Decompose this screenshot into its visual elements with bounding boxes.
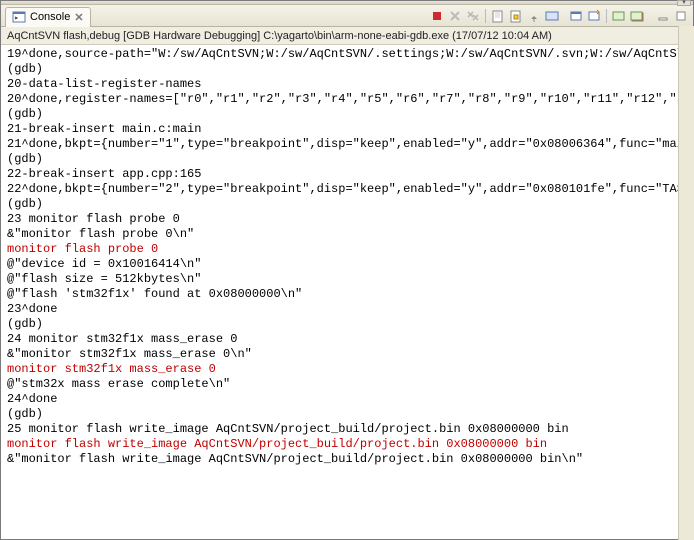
console-line: 24 monitor stm32f1x mass_erase 0 bbox=[7, 332, 687, 347]
console-line: 24^done bbox=[7, 392, 687, 407]
console-tab[interactable]: Console ✕ bbox=[5, 7, 91, 27]
minimize-view-button[interactable] bbox=[655, 8, 671, 24]
console-line: &"monitor flash write_image AqCntSVN/pro… bbox=[7, 452, 687, 467]
console-line: 21^done,bkpt={number="1",type="breakpoin… bbox=[7, 137, 687, 152]
console-line: 22^done,bkpt={number="2",type="breakpoin… bbox=[7, 182, 687, 197]
console-line: &"monitor stm32f1x mass_erase 0\n" bbox=[7, 347, 687, 362]
console-line: 19^done,source-path="W:/sw/AqCntSVN;W:/s… bbox=[7, 47, 687, 62]
console-line: &"monitor flash probe 0\n" bbox=[7, 227, 687, 242]
show-stdout-button[interactable] bbox=[611, 8, 627, 24]
remove-launch-button[interactable] bbox=[447, 8, 463, 24]
close-icon[interactable]: ✕ bbox=[74, 11, 83, 24]
terminate-button[interactable] bbox=[429, 8, 445, 24]
console-line: monitor flash probe 0 bbox=[7, 242, 687, 257]
console-line: monitor stm32f1x mass_erase 0 bbox=[7, 362, 687, 377]
remove-all-button[interactable] bbox=[465, 8, 481, 24]
console-icon bbox=[12, 10, 26, 24]
console-line: (gdb) bbox=[7, 407, 687, 422]
console-line: 23^done bbox=[7, 302, 687, 317]
pin-console-button[interactable] bbox=[526, 8, 542, 24]
open-console-button[interactable] bbox=[568, 8, 584, 24]
console-line: (gdb) bbox=[7, 107, 687, 122]
view-tabbar: Console ✕ bbox=[1, 5, 693, 27]
sash-strip[interactable]: ▾ bbox=[1, 1, 693, 5]
console-line: @"device id = 0x10016414\n" bbox=[7, 257, 687, 272]
launch-description: AqCntSVN flash,debug [GDB Hardware Debug… bbox=[1, 27, 693, 45]
console-line: (gdb) bbox=[7, 317, 687, 332]
console-line: 20-data-list-register-names bbox=[7, 77, 687, 92]
vertical-scrollbar[interactable] bbox=[678, 26, 694, 540]
scroll-lock-button[interactable] bbox=[508, 8, 524, 24]
collapse-icon[interactable]: ▾ bbox=[677, 0, 691, 6]
clear-console-button[interactable] bbox=[490, 8, 506, 24]
new-console-button[interactable] bbox=[586, 8, 602, 24]
console-line: 25 monitor flash write_image AqCntSVN/pr… bbox=[7, 422, 687, 437]
console-output[interactable]: 19^done,source-path="W:/sw/AqCntSVN;W:/s… bbox=[1, 45, 693, 539]
display-selected-button[interactable] bbox=[544, 8, 560, 24]
console-toolbar bbox=[429, 8, 689, 24]
console-line: 23 monitor flash probe 0 bbox=[7, 212, 687, 227]
console-line: @"stm32x mass erase complete\n" bbox=[7, 377, 687, 392]
console-line: (gdb) bbox=[7, 197, 687, 212]
console-tab-label: Console bbox=[30, 11, 70, 23]
maximize-view-button[interactable] bbox=[673, 8, 689, 24]
console-line: (gdb) bbox=[7, 152, 687, 167]
console-line: 20^done,register-names=["r0","r1","r2","… bbox=[7, 92, 687, 107]
console-line: 22-break-insert app.cpp:165 bbox=[7, 167, 687, 182]
console-line: (gdb) bbox=[7, 62, 687, 77]
console-line: @"flash 'stm32f1x' found at 0x08000000\n… bbox=[7, 287, 687, 302]
show-stderr-button[interactable] bbox=[629, 8, 645, 24]
console-line: 21-break-insert main.c:main bbox=[7, 122, 687, 137]
console-view-frame: ▾ Console ✕ bbox=[0, 0, 694, 540]
console-line: @"flash size = 512kbytes\n" bbox=[7, 272, 687, 287]
console-line: monitor flash write_image AqCntSVN/proje… bbox=[7, 437, 687, 452]
